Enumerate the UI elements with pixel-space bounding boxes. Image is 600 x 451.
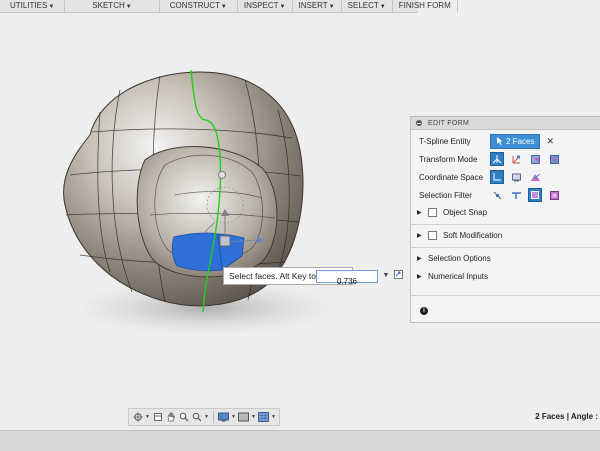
expand-triangle-icon[interactable]: ▶ — [417, 232, 424, 239]
entity-selection-button[interactable]: 2 Faces — [490, 133, 541, 149]
edit-form-header[interactable]: EDIT FORM — [411, 117, 600, 130]
transform-label: Transform Mode — [419, 154, 478, 164]
toolbar-sketch[interactable]: SKETCH▼ — [65, 0, 160, 12]
display-settings-icon[interactable] — [218, 411, 229, 423]
orbit-icon[interactable] — [132, 411, 143, 423]
scale-icon[interactable] — [547, 152, 561, 166]
chevron-down-icon: ▼ — [328, 4, 335, 10]
numerical-inputs-row[interactable]: ▶ Numerical Inputs — [417, 269, 488, 283]
coordinate-space-row: Coordinate Space — [419, 170, 547, 184]
transform-mode-row: Transform Mode — [419, 152, 566, 166]
navigation-toolbar: ▼ ▼ ▼ ▼ ▼ — [128, 408, 280, 426]
object-snap-label: Object Snap — [443, 207, 488, 217]
entity-label: T-Spline Entity — [419, 136, 471, 146]
body-filter-icon[interactable] — [547, 188, 561, 202]
toolbar-utilities[interactable]: UTILITIES▼ — [0, 0, 66, 12]
toolbar-inspect[interactable]: INSPECT▼ — [238, 0, 293, 12]
toolbar-separator — [213, 411, 214, 423]
toolbar-insert[interactable]: INSERT▼ — [293, 0, 342, 12]
object-snap-checkbox[interactable] — [428, 207, 437, 217]
cursor-icon — [497, 137, 503, 145]
soft-modification-checkbox[interactable] — [428, 230, 437, 240]
chevron-down-icon[interactable]: ▼ — [251, 414, 256, 420]
face-filter-icon[interactable] — [528, 188, 542, 202]
chevron-down-icon: ▼ — [379, 4, 386, 10]
toolbar-construct[interactable]: CONSTRUCT▼ — [160, 0, 238, 12]
zoom-icon[interactable] — [178, 411, 189, 423]
value-field[interactable] — [316, 270, 378, 287]
expand-triangle-icon[interactable]: ▶ — [417, 273, 424, 280]
value-controls: ▼ — [381, 270, 403, 282]
chevron-down-icon: ▼ — [220, 4, 227, 10]
grid-icon[interactable] — [258, 411, 269, 423]
translation-icon[interactable] — [509, 152, 523, 166]
look-at-icon[interactable] — [152, 411, 163, 423]
chevron-down-icon[interactable]: ▼ — [231, 414, 236, 420]
divider — [411, 247, 600, 248]
status-text: 2 Faces | Angle : — [535, 412, 598, 421]
expand-triangle-icon[interactable]: ▶ — [417, 209, 424, 216]
value-input[interactable] — [317, 276, 377, 287]
chevron-down-icon[interactable]: ▼ — [204, 414, 209, 420]
selection-filter-row: Selection Filter — [419, 188, 566, 202]
selection-options-label: Selection Options — [428, 253, 491, 263]
value-options-icon[interactable] — [393, 270, 403, 282]
chevron-down-icon: ▼ — [48, 4, 55, 10]
edge-filter-icon[interactable] — [509, 188, 523, 202]
filter-label: Selection Filter — [419, 190, 472, 200]
world-space-icon[interactable] — [490, 170, 504, 184]
coordinate-label: Coordinate Space — [419, 172, 484, 182]
chevron-down-icon: ▼ — [279, 4, 286, 10]
local-space-icon[interactable] — [528, 170, 542, 184]
chevron-down-icon[interactable]: ▼ — [145, 414, 150, 420]
top-toolbar: UTILITIES▼ SKETCH▼ CONSTRUCT▼ INSPECT▼ I… — [0, 0, 458, 13]
numerical-inputs-label: Numerical Inputs — [428, 271, 489, 281]
toolbar-select[interactable]: SELECT▼ — [342, 0, 393, 12]
entity-row: T-Spline Entity 2 Faces ✕ — [419, 133, 554, 149]
zoom-window-icon[interactable] — [191, 411, 202, 423]
value-dropdown-icon[interactable]: ▼ — [381, 270, 391, 282]
close-icon[interactable]: ✕ — [546, 136, 554, 147]
selection-options-row[interactable]: ▶ Selection Options — [417, 251, 491, 265]
rotation-icon[interactable] — [528, 152, 542, 166]
soft-modification-label: Soft Modification — [443, 230, 503, 240]
view-space-icon[interactable] — [509, 170, 523, 184]
chevron-down-icon[interactable]: ▼ — [271, 414, 276, 420]
divider — [411, 295, 600, 296]
toolbar-finish-form[interactable]: FINISH FORM — [393, 0, 458, 12]
divider — [411, 224, 600, 225]
entity-value: 2 Faces — [506, 136, 535, 146]
collapse-icon[interactable] — [416, 120, 422, 126]
pan-hand-icon[interactable] — [165, 411, 176, 423]
chevron-down-icon: ▼ — [125, 4, 132, 10]
expand-triangle-icon[interactable]: ▶ — [417, 255, 424, 262]
edit-form-panel: EDIT FORM T-Spline Entity 2 Faces ✕ Tran… — [410, 116, 600, 323]
object-snap-row[interactable]: ▶ Object Snap — [417, 205, 487, 219]
visual-style-icon[interactable] — [238, 411, 249, 423]
multi-transform-icon[interactable] — [490, 152, 504, 166]
bottom-bar — [0, 430, 600, 451]
panel-title: EDIT FORM — [428, 119, 470, 127]
info-icon[interactable]: i — [420, 307, 428, 315]
vertex-filter-icon[interactable] — [490, 188, 504, 202]
soft-modification-row[interactable]: ▶ Soft Modification — [417, 228, 502, 242]
